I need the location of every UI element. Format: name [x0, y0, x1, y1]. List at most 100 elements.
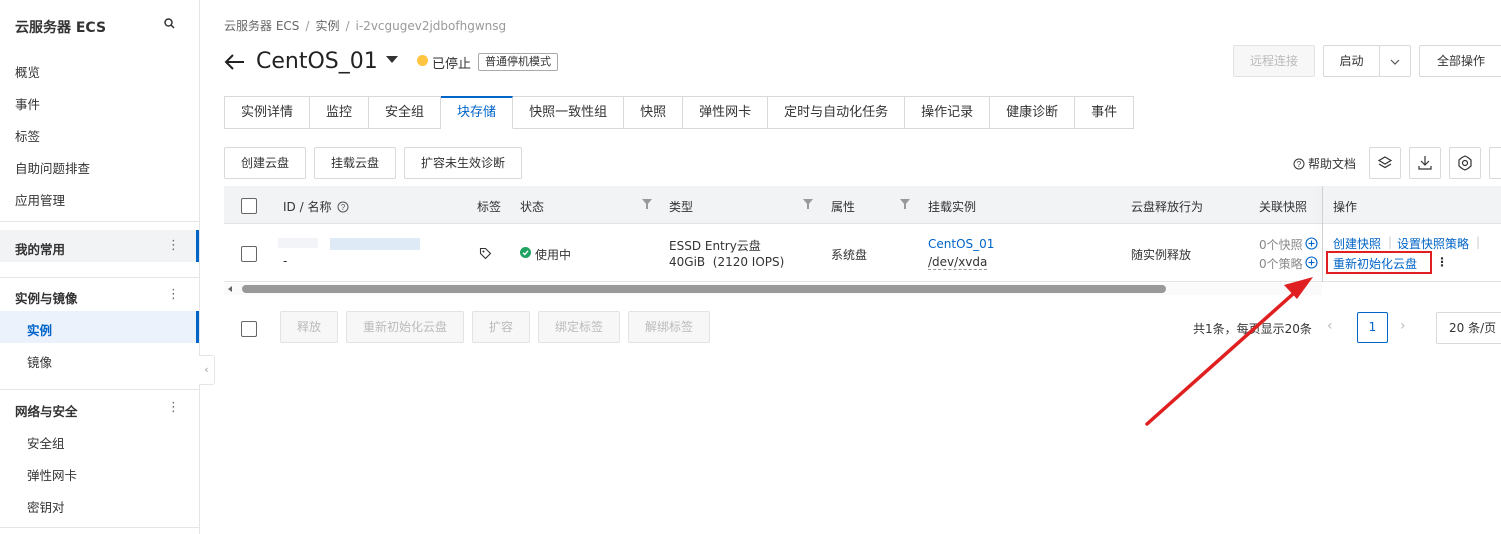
- tab-security-group[interactable]: 安全组: [369, 96, 442, 129]
- tab-monitoring[interactable]: 监控: [310, 96, 370, 129]
- resize-diagnosis-button[interactable]: 扩容未生效诊断: [404, 147, 522, 179]
- tab-operation-log[interactable]: 操作记录: [905, 96, 991, 129]
- sidebar-item-images[interactable]: 镜像: [27, 352, 52, 371]
- col-type: 类型: [669, 200, 694, 214]
- breadcrumb-ecs[interactable]: 云服务器 ECS: [224, 19, 299, 33]
- device-path: /dev/xvda: [928, 255, 988, 270]
- type-filter-icon[interactable]: [803, 199, 813, 209]
- op-separator: |: [1476, 235, 1481, 249]
- disk-status: 使用中: [535, 248, 572, 262]
- help-icon: ?: [1293, 158, 1305, 170]
- create-disk-button[interactable]: 创建云盘: [224, 147, 306, 179]
- back-arrow-icon[interactable]: [224, 52, 246, 72]
- download-button[interactable]: [1409, 147, 1441, 179]
- scroll-left-arrow-icon[interactable]: [228, 286, 232, 292]
- sidebar-item-keypair[interactable]: 密钥对: [27, 497, 65, 516]
- breadcrumb-instances[interactable]: 实例: [315, 19, 339, 33]
- col-operations: 操作: [1333, 200, 1358, 214]
- disk-attribute: 系统盘: [831, 248, 868, 262]
- resize-button[interactable]: 扩容: [472, 311, 530, 343]
- col-id-name-label: ID / 名称: [283, 200, 332, 214]
- tab-snapshots[interactable]: 快照: [624, 96, 684, 129]
- col-tags: 标签: [477, 200, 502, 214]
- tag-icon[interactable]: [479, 247, 492, 260]
- col-attribute: 属性: [831, 200, 856, 214]
- sidebar-group-network-security[interactable]: 网络与安全: [15, 401, 78, 420]
- remote-connect-button[interactable]: 远程连接: [1233, 45, 1315, 77]
- row-checkbox[interactable]: [241, 246, 257, 262]
- sidebar-collapse-button[interactable]: ‹: [199, 355, 215, 385]
- attached-instance-link[interactable]: CentOS_01: [928, 237, 994, 251]
- bind-tag-button[interactable]: 绑定标签: [538, 311, 620, 343]
- sidebar-item-tags[interactable]: 标签: [15, 126, 40, 145]
- download-icon: [1418, 156, 1432, 170]
- next-page-icon[interactable]: ›: [1400, 318, 1406, 334]
- sidebar-divider: [0, 527, 199, 528]
- tab-instance-details[interactable]: 实例详情: [224, 96, 311, 129]
- more-ops-icon[interactable]: ⋮: [1436, 255, 1448, 269]
- attribute-filter-icon[interactable]: [900, 199, 910, 209]
- col-release-behavior: 云盘释放行为: [1131, 200, 1204, 214]
- favorites-indicator: [196, 230, 199, 262]
- redacted-id: [278, 238, 318, 248]
- sidebar-item-security-group[interactable]: 安全组: [27, 433, 65, 452]
- set-snapshot-policy-link[interactable]: 设置快照策略: [1397, 235, 1469, 252]
- tab-events[interactable]: 事件: [1075, 96, 1135, 129]
- all-operations-button[interactable]: 全部操作: [1419, 45, 1501, 77]
- help-docs-link[interactable]: ? 帮助文档: [1293, 155, 1356, 172]
- tab-scheduled-tasks[interactable]: 定时与自动化任务: [768, 96, 906, 129]
- settings-button[interactable]: [1449, 147, 1481, 179]
- group-more-icon[interactable]: ⋮: [167, 288, 180, 301]
- breadcrumb-sep: /: [305, 19, 310, 33]
- tab-health-diagnosis[interactable]: 健康诊断: [990, 96, 1076, 129]
- search-icon[interactable]: [163, 17, 177, 31]
- info-icon[interactable]: ?: [337, 201, 349, 213]
- instance-switch-caret-icon[interactable]: [386, 56, 398, 63]
- page-number-1[interactable]: 1: [1357, 312, 1388, 343]
- reinit-disk-highlight: [1326, 251, 1432, 274]
- sidebar-divider: [0, 221, 199, 222]
- add-policy-icon[interactable]: [1305, 256, 1318, 269]
- sidebar-group-instances-images[interactable]: 实例与镜像: [15, 288, 78, 307]
- prev-page-icon[interactable]: ‹: [1327, 318, 1333, 334]
- reinit-disk-button[interactable]: 重新初始化云盘: [346, 311, 464, 343]
- breadcrumb-sep: /: [345, 19, 350, 33]
- page-title: CentOS_01: [256, 49, 378, 74]
- footer-select-all-checkbox[interactable]: [241, 321, 257, 337]
- attach-disk-button[interactable]: 挂载云盘: [314, 147, 396, 179]
- favorites-more-icon[interactable]: ⋮: [167, 239, 180, 252]
- sidebar-item-self-diagnosis[interactable]: 自助问题排查: [15, 158, 90, 177]
- status-filter-icon[interactable]: [642, 199, 652, 209]
- sidebar-item-app-management[interactable]: 应用管理: [15, 190, 65, 209]
- svg-text:?: ?: [341, 203, 346, 212]
- status-success-icon: [520, 247, 531, 258]
- create-snapshot-link[interactable]: 创建快照: [1333, 235, 1381, 252]
- op-separator: |: [1388, 235, 1393, 249]
- gear-icon: [1458, 155, 1472, 171]
- sidebar: 云服务器 ECS 概览 事件 标签 自助问题排查 应用管理 我的常用 ⋮ 实例与…: [0, 0, 200, 534]
- sidebar-favorites[interactable]: 我的常用: [15, 239, 65, 258]
- tab-eni[interactable]: 弹性网卡: [683, 96, 769, 129]
- tab-block-storage[interactable]: 块存储: [441, 96, 514, 129]
- layers-button[interactable]: [1369, 147, 1401, 179]
- svg-text:?: ?: [1297, 160, 1302, 169]
- start-dropdown-button[interactable]: [1379, 45, 1411, 77]
- sidebar-item-overview[interactable]: 概览: [15, 62, 40, 81]
- add-snapshot-icon[interactable]: [1305, 237, 1318, 250]
- sidebar-item-events[interactable]: 事件: [15, 94, 40, 113]
- sidebar-item-eni[interactable]: 弹性网卡: [27, 465, 77, 484]
- sidebar-item-instances[interactable]: 实例: [27, 320, 52, 339]
- select-all-checkbox[interactable]: [241, 198, 257, 214]
- tab-snapshot-consistency-group[interactable]: 快照一致性组: [513, 96, 625, 129]
- sidebar-divider: [0, 389, 199, 390]
- redacted-disk-id: [330, 238, 420, 250]
- disk-size-iops: 40GiB (2120 IOPS): [669, 255, 785, 269]
- start-button[interactable]: 启动: [1323, 45, 1380, 77]
- col-attached-instance: 挂载实例: [928, 200, 977, 214]
- page-size-select[interactable]: 20 条/页: [1436, 312, 1501, 344]
- scrollbar-thumb[interactable]: [242, 285, 1166, 293]
- release-button[interactable]: 释放: [280, 311, 338, 343]
- unbind-tag-button[interactable]: 解绑标签: [628, 311, 710, 343]
- group-more-icon[interactable]: ⋮: [167, 401, 180, 414]
- toolbar-more-button[interactable]: [1489, 147, 1501, 179]
